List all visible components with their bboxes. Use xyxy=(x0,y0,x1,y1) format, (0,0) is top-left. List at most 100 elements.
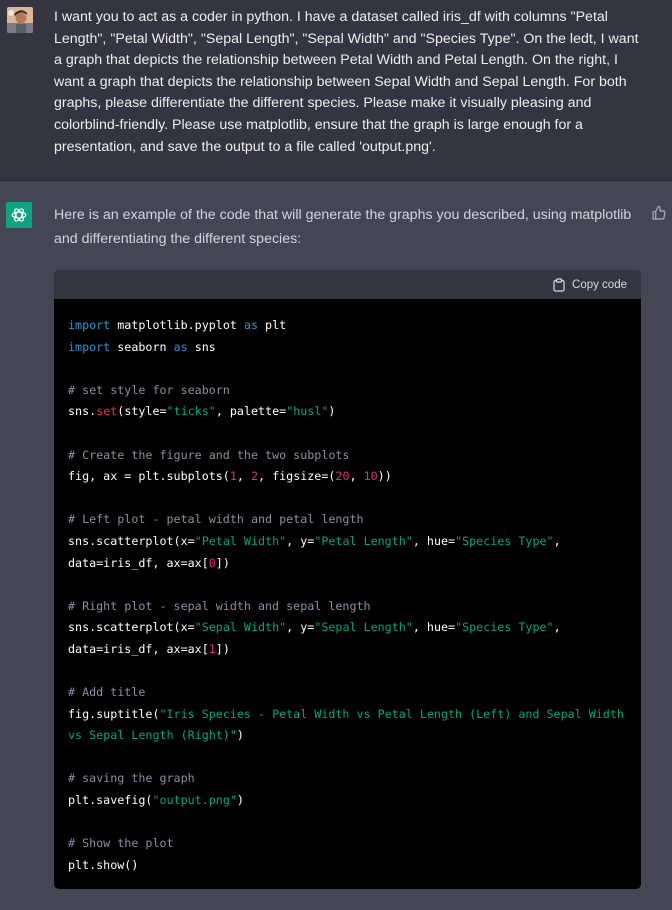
user-avatar xyxy=(7,7,33,33)
code-line: sns.scatterplot(x="Sepal Width", y="Sepa… xyxy=(68,617,627,639)
code-token: "Species Type" xyxy=(455,533,554,548)
code-token: , y= xyxy=(286,620,315,635)
code-token: data=iris_df, ax=ax[ xyxy=(68,555,209,570)
code-line: sns.scatterplot(x="Petal Width", y="Peta… xyxy=(68,531,627,553)
code-token: "husl" xyxy=(286,404,329,419)
code-line: # Add title xyxy=(68,682,627,704)
code-token: as xyxy=(173,339,188,354)
code-token: "Iris Species - Petal Width vs Petal Len… xyxy=(159,706,624,721)
user-message-text: I want you to act as a coder in python. … xyxy=(54,7,658,158)
code-block-header: Copy code xyxy=(54,270,641,299)
code-token: sns.scatterplot(x= xyxy=(68,533,195,548)
code-token: 20 xyxy=(335,469,350,484)
code-token: , hue= xyxy=(412,620,456,635)
code-token: , xyxy=(553,533,561,548)
assistant-message-line: Here is an example of the code that will… xyxy=(54,207,632,223)
code-token: vs Sepal Length (Right)" xyxy=(68,728,237,743)
code-line: # Right plot - sepal width and sepal len… xyxy=(68,596,627,618)
code-token: sns xyxy=(187,339,216,354)
code-token: ) xyxy=(236,793,244,808)
code-token: # Add title xyxy=(68,685,146,700)
copy-code-label: Copy code xyxy=(572,279,627,291)
copy-code-button[interactable]: Copy code xyxy=(553,276,627,294)
code-line: fig.suptitle("Iris Species - Petal Width… xyxy=(68,704,627,726)
code-line: plt.show() xyxy=(68,855,627,877)
code-token: "ticks" xyxy=(166,404,216,419)
code-token: , figsize=( xyxy=(258,469,336,484)
code-token: fig, ax = plt.subplots( xyxy=(68,469,230,484)
code-line: # Left plot - petal width and petal leng… xyxy=(68,509,627,531)
thumbs-up-button[interactable] xyxy=(651,205,667,221)
message-divider xyxy=(0,180,672,181)
code-token: # set style for seaborn xyxy=(68,382,230,397)
code-token: seaborn xyxy=(110,339,174,354)
code-token: "Sepal Width" xyxy=(194,620,287,635)
code-line: import seaborn as sns xyxy=(68,337,627,359)
code-token: , hue= xyxy=(412,533,456,548)
code-line: data=iris_df, ax=ax[0]) xyxy=(68,553,627,575)
code-line: vs Sepal Length (Right)") xyxy=(68,725,627,747)
code-token: # Right plot - sepal width and sepal len… xyxy=(68,598,371,613)
code-token: plt xyxy=(258,318,287,332)
code-token: plt.savefig( xyxy=(68,793,153,808)
code-token: 10 xyxy=(363,469,378,484)
code-token: "Species Type" xyxy=(455,620,554,635)
code-token: # saving the graph xyxy=(68,771,195,786)
code-line: plt.savefig("output.png") xyxy=(68,790,627,812)
code-token: sns.scatterplot(x= xyxy=(68,620,195,635)
code-line: sns.set(style="ticks", palette="husl") xyxy=(68,401,627,423)
openai-logo-icon xyxy=(11,208,27,222)
code-token: ]) xyxy=(215,555,230,570)
code-token: 1 xyxy=(229,469,237,484)
code-token: )) xyxy=(377,469,392,484)
code-token: "Petal Length" xyxy=(314,533,413,548)
code-token: "Sepal Length" xyxy=(314,620,413,635)
user-message-line: graphs, please differentiate the differe… xyxy=(54,95,592,112)
code-token: , xyxy=(349,469,364,484)
code-token: import xyxy=(68,318,111,332)
assistant-message-text: Here is an example of the code that will… xyxy=(54,203,646,251)
code-token: , y= xyxy=(286,533,315,548)
assistant-avatar xyxy=(6,202,32,228)
code-line: # set style for seaborn xyxy=(68,380,627,402)
code-line: import matplotlib.pyplot as plt xyxy=(68,315,627,337)
code-token: "Petal Width" xyxy=(194,533,287,548)
code-token: (style= xyxy=(117,404,167,419)
code-token: 1 xyxy=(208,641,216,656)
code-token: , xyxy=(553,620,561,635)
code-line: # saving the graph xyxy=(68,768,627,790)
user-message-row: I want you to act as a coder in python. … xyxy=(0,0,672,180)
code-token: 2 xyxy=(250,469,259,484)
code-token: matplotlib.pyplot xyxy=(110,318,244,332)
code-token: , palette= xyxy=(215,404,287,419)
user-message-line: want a graph that depicts the relationsh… xyxy=(54,73,627,90)
code-token: # Show the plot xyxy=(68,836,174,851)
code-content: import matplotlib.pyplot as plt import se… xyxy=(54,299,641,876)
code-token: "output.png" xyxy=(152,793,237,808)
assistant-message-line: and differentiating the different specie… xyxy=(54,231,302,247)
code-token: # Create the figure and the two subplots xyxy=(68,447,350,462)
code-token: # Left plot - petal width and petal leng… xyxy=(68,512,364,527)
code-token: ) xyxy=(236,728,244,743)
thumbs-up-icon xyxy=(652,205,666,220)
code-block: Copy code import matplotlib.pyplot as pl… xyxy=(54,270,641,889)
user-message-line: a graph that depicts the relationship be… xyxy=(54,52,618,69)
code-token: import xyxy=(68,339,111,354)
code-token: plt.show() xyxy=(68,857,139,872)
user-message-line: I want you to act as a coder in python. … xyxy=(54,9,608,25)
code-token: fig.suptitle( xyxy=(68,706,160,721)
code-line: fig, ax = plt.subplots(1, 2, figsize=(20… xyxy=(68,466,627,488)
user-message-line: colorblind-friendly. Please use matplotl… xyxy=(54,116,583,133)
code-line: data=iris_df, ax=ax[1]) xyxy=(68,639,627,661)
code-line: # Create the figure and the two subplots xyxy=(68,445,627,467)
clipboard-icon xyxy=(553,278,565,292)
user-avatar-photo xyxy=(7,7,33,33)
user-message-line: Length", "Petal Width", "Sepal Length", … xyxy=(54,30,639,47)
